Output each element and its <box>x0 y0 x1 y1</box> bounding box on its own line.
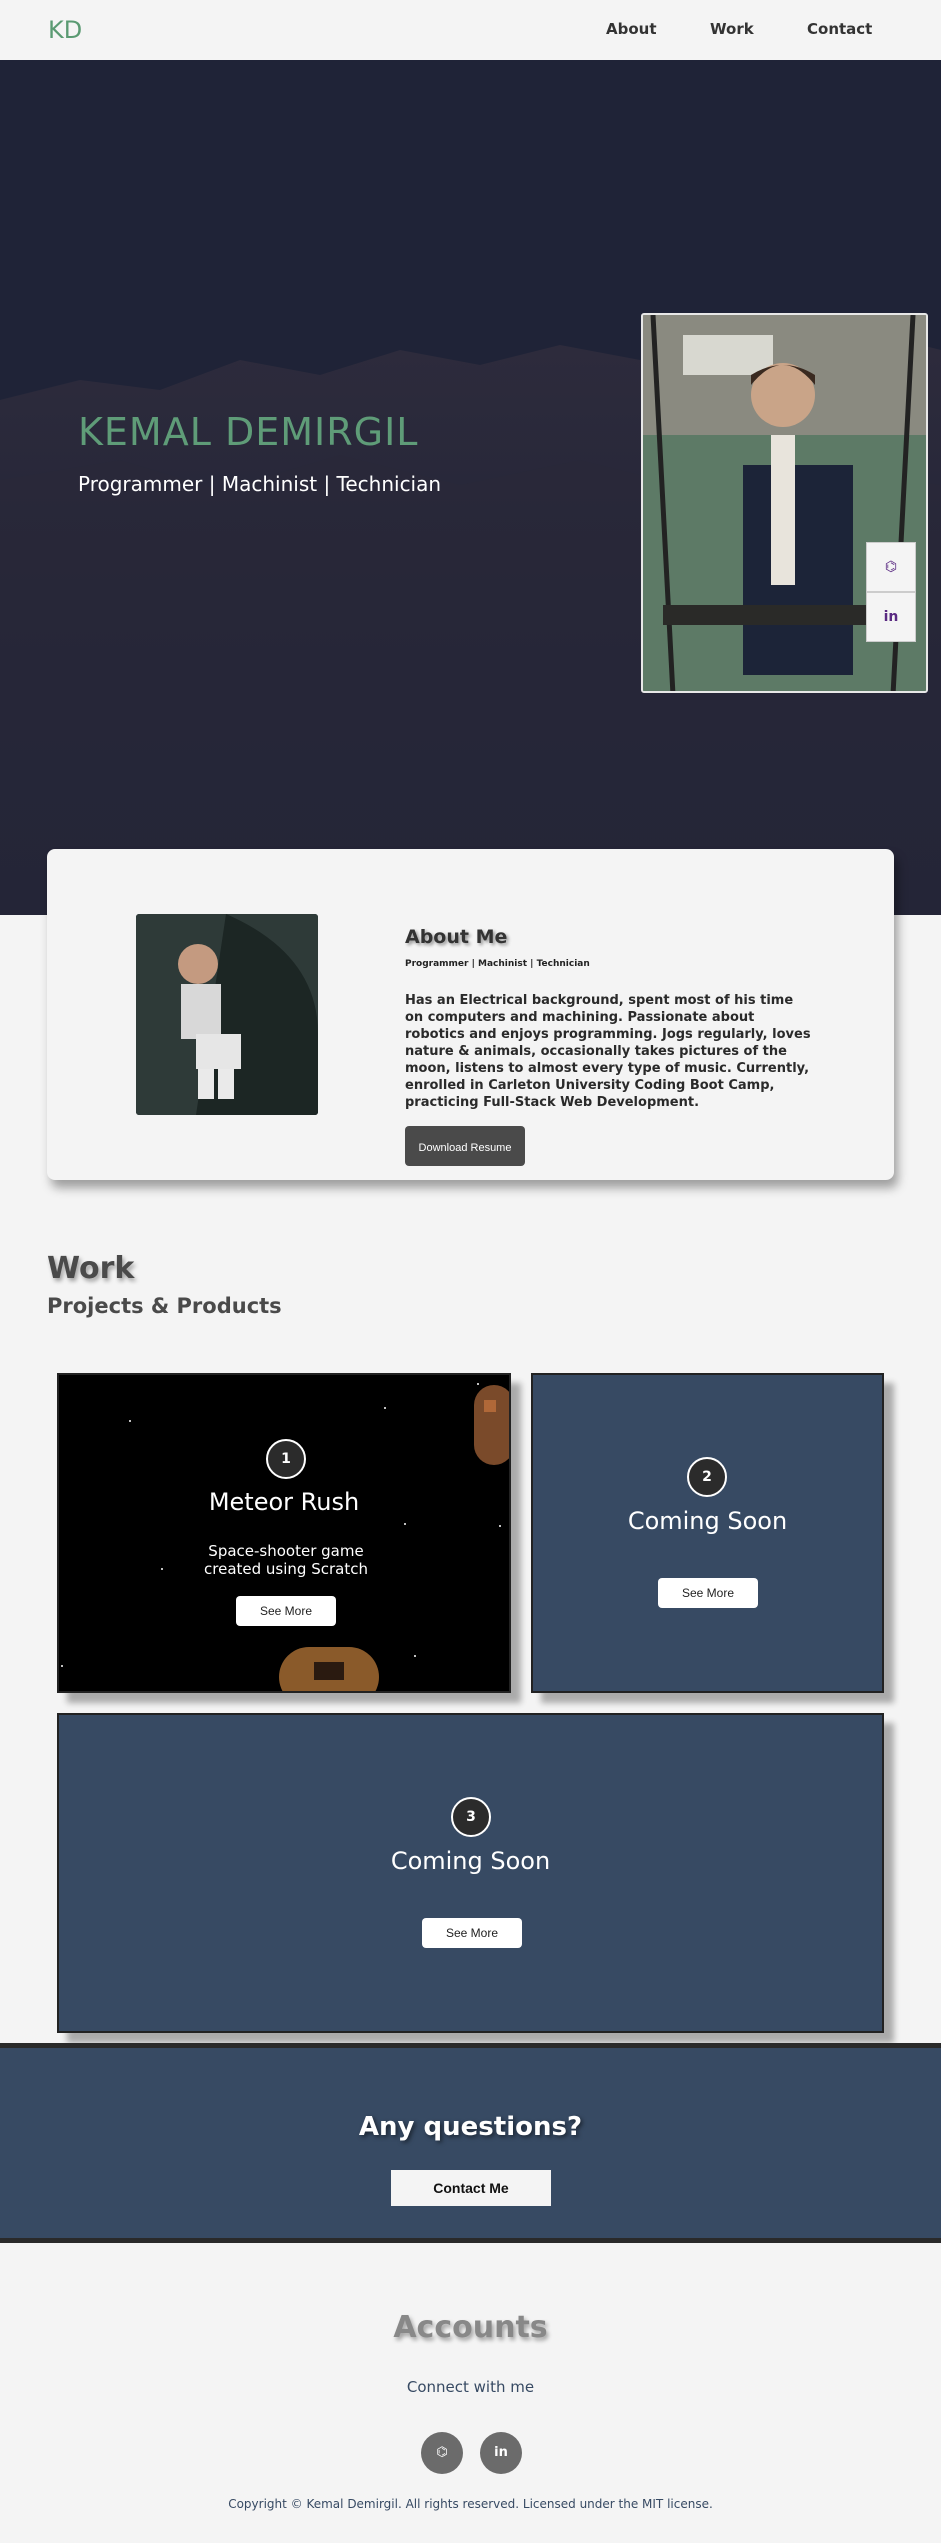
nav-link-about[interactable]: About <box>606 20 657 38</box>
linkedin-icon: in <box>494 2445 508 2460</box>
about-photo <box>136 914 318 1115</box>
github-icon: ⌬ <box>884 559 898 575</box>
hero-section: KEMAL DEMIRGIL Programmer | Machinist | … <box>0 60 941 915</box>
project-card-2[interactable]: 2 Coming Soon See More <box>531 1373 884 1693</box>
space-background <box>59 1375 509 1691</box>
copyright-text: Copyright © Kemal Demirgil. All rights r… <box>228 2497 713 2511</box>
download-resume-button[interactable]: Download Resume <box>405 1126 525 1166</box>
meteor-icon <box>279 1647 379 1691</box>
project-title-1: Meteor Rush <box>208 1488 360 1516</box>
about-description: Has an Electrical background, spent most… <box>405 993 811 1110</box>
footer-github-link[interactable]: ⌬ <box>421 2432 463 2474</box>
footer-linkedin-link[interactable]: in <box>480 2432 522 2474</box>
about-title: About Me <box>405 926 508 948</box>
nav-link-contact[interactable]: Contact <box>807 20 872 38</box>
accounts-title: Accounts <box>393 2310 548 2345</box>
work-title: Work <box>47 1251 135 1286</box>
contact-me-button[interactable]: Contact Me <box>391 2170 551 2206</box>
see-more-button-1[interactable]: See More <box>236 1596 336 1626</box>
work-subtitle: Projects & Products <box>47 1294 282 1318</box>
contact-question: Any questions? <box>358 2112 583 2142</box>
hero-subtitle: Programmer | Machinist | Technician <box>78 472 442 496</box>
project-number-1: 1 <box>266 1439 306 1479</box>
top-navbar: KD About Work Contact <box>0 0 941 60</box>
hero-linkedin-link[interactable]: in <box>866 592 916 642</box>
hero-name: KEMAL DEMIRGIL <box>78 410 419 454</box>
about-tagline: Programmer | Machinist | Technician <box>405 959 590 969</box>
project-card-1[interactable]: 1 Meteor Rush Space-shooter game created… <box>57 1373 511 1693</box>
logo[interactable]: KD <box>48 16 82 44</box>
about-card: About Me Programmer | Machinist | Techni… <box>47 849 894 1180</box>
project-card-3[interactable]: 3 Coming Soon See More <box>57 1713 884 2033</box>
github-icon: ⌬ <box>436 2445 448 2460</box>
project-title-2: Coming Soon <box>627 1507 788 1535</box>
project-number-3: 3 <box>451 1797 491 1837</box>
contact-section: Any questions? Contact Me <box>0 2043 941 2243</box>
meteor-icon <box>474 1385 509 1465</box>
accounts-subtitle: Connect with me <box>406 2378 535 2396</box>
see-more-button-3[interactable]: See More <box>422 1918 522 1948</box>
linkedin-icon: in <box>883 609 899 625</box>
project-number-2: 2 <box>687 1457 727 1497</box>
nav-link-work[interactable]: Work <box>710 20 754 38</box>
project-description-1: Space-shooter game created using Scratch <box>204 1542 368 1578</box>
project-title-3: Coming Soon <box>390 1847 551 1875</box>
see-more-button-2[interactable]: See More <box>658 1578 758 1608</box>
hero-github-link[interactable]: ⌬ <box>866 542 916 592</box>
